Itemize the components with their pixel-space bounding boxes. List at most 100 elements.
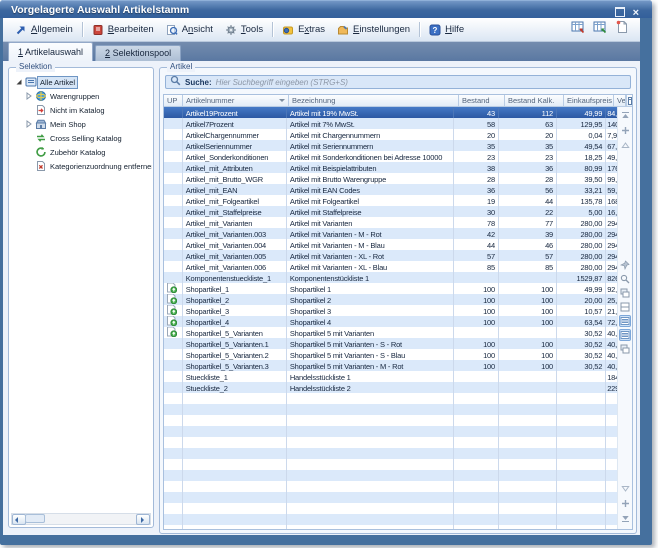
grid-empty-row[interactable] <box>164 492 618 503</box>
article-caption: Artikel <box>167 62 195 72</box>
tree-item-kategorienzuordnung-entfernen[interactable]: Kategorienzuordnung entfernen <box>11 159 152 173</box>
grid-empty-row[interactable] <box>164 514 618 525</box>
layers-icon[interactable] <box>619 287 631 299</box>
titlebar: Vorgelagerte Auswahl Artikelstamm × <box>0 0 652 18</box>
column-header-ve[interactable]: Ve <box>614 95 626 107</box>
menu-einstellungen[interactable]: Einstellungen <box>331 22 416 38</box>
column-header-bezeichnung[interactable]: Bezeichnung <box>289 95 459 107</box>
cell-bestand: 100 <box>454 338 499 349</box>
tree-item-warengruppen[interactable]: Warengruppen <box>11 89 152 103</box>
expander-expanded-icon[interactable] <box>14 78 24 86</box>
cell-up <box>164 206 183 217</box>
grid-empty-row[interactable] <box>164 426 618 437</box>
close-button[interactable]: × <box>633 8 639 18</box>
grid-empty-row[interactable] <box>164 448 618 459</box>
grid-empty-row[interactable] <box>164 459 618 470</box>
column-chooser-button[interactable] <box>626 95 633 107</box>
menu-extras[interactable]: Extras <box>276 22 331 38</box>
scroll-down-button[interactable] <box>619 482 631 494</box>
tree-item-mein-shop[interactable]: Mein Shop <box>11 117 152 131</box>
column-header-einkaufspreis[interactable]: Einkaufspreis <box>564 95 614 107</box>
grid-row[interactable]: Artikel_mit_FolgeartikelArtikel mit Folg… <box>164 195 618 206</box>
split-view-icon[interactable] <box>619 301 631 313</box>
row-search-icon[interactable] <box>619 273 631 285</box>
grid-row[interactable]: Shopartikel_5_Varianten.3Shopartikel 5 m… <box>164 360 618 371</box>
tree-item-alle-artikel[interactable]: Alle Artikel <box>11 75 152 89</box>
cell-artikelnummer: Shopartikel_1 <box>183 283 287 294</box>
column-header-bestand_kalk[interactable]: Bestand Kalk. <box>505 95 564 107</box>
grid-empty-row[interactable] <box>164 470 618 481</box>
cell-bestand: 100 <box>454 360 499 371</box>
tree-item-zubehoer-katalog[interactable]: Zubehör Katalog <box>11 145 152 159</box>
grid-row[interactable]: Artikel_mit_Varianten.003Artikel mit Var… <box>164 228 618 239</box>
menu-hilfe[interactable]: ?Hilfe <box>423 22 470 38</box>
grid-empty-row[interactable] <box>164 415 618 426</box>
column-header-artikelnummer[interactable]: Artikelnummer <box>183 95 289 107</box>
grid-empty-row[interactable] <box>164 503 618 514</box>
grid-row[interactable]: Shopartikel_5_VariantenShopartikel 5 mit… <box>164 327 618 338</box>
selection-hscrollbar[interactable] <box>11 513 151 525</box>
grid-row[interactable]: Artikel7ProzentArtikel mit 7% MwSt.58631… <box>164 118 618 129</box>
panels-icon[interactable] <box>619 343 631 355</box>
scroll-to-bottom-button[interactable] <box>619 512 631 524</box>
grid-row[interactable]: ArtikelSeriennummerArtikel mit Seriennum… <box>164 140 618 151</box>
grid-empty-row[interactable] <box>164 404 618 415</box>
cell-up <box>164 272 183 283</box>
grid-empty-row[interactable] <box>164 481 618 492</box>
grid-row[interactable]: Artikel_mit_VariantenArtikel mit Variant… <box>164 217 618 228</box>
grid-empty-row[interactable] <box>164 393 618 404</box>
scroll-left-button[interactable] <box>12 514 26 525</box>
menu-allgemein[interactable]: Allgemein <box>9 22 79 38</box>
grid-row[interactable]: Artikel_mit_Brutto_WGRArtikel mit Brutto… <box>164 173 618 184</box>
table-export-button[interactable] <box>592 22 608 38</box>
pin-icon[interactable] <box>619 259 631 271</box>
list-view-button[interactable] <box>619 315 631 327</box>
tab-selektionspool[interactable]: 2 Selektionspool <box>95 45 181 61</box>
grid-row[interactable]: Shopartikel_5_Varianten.2Shopartikel 5 m… <box>164 349 618 360</box>
grid-row[interactable]: Artikel19ProzentArtikel mit 19% MwSt.431… <box>164 107 618 118</box>
expander-collapsed-icon[interactable] <box>24 120 34 128</box>
grid-row[interactable]: Artikel_mit_Varianten.004Artikel mit Var… <box>164 239 618 250</box>
grid-row[interactable]: Artikel_mit_EANArtikel mit EAN Codes3656… <box>164 184 618 195</box>
grid-row[interactable]: Shopartikel_2Shopartikel 210010020,0025, <box>164 294 618 305</box>
upload-page-icon <box>166 283 177 294</box>
menu-ansicht[interactable]: Ansicht <box>160 22 219 38</box>
scroll-right-button[interactable] <box>136 514 150 525</box>
expander-collapsed-icon[interactable] <box>24 92 34 100</box>
detail-view-button[interactable] <box>619 329 631 341</box>
tree-item-cross-selling-katalog[interactable]: Cross Selling Katalog <box>11 131 152 145</box>
grid-row[interactable]: Artikel_SonderkonditionenArtikel mit Son… <box>164 151 618 162</box>
grid-row[interactable]: Stueckliste_2Handelsstückliste 2229 <box>164 382 618 393</box>
cell-bestand_kalk <box>499 404 557 415</box>
grid-row[interactable]: Stueckliste_1Handelsstückliste 1184 <box>164 371 618 382</box>
grid-row[interactable]: ArtikelChargennummerArtikel mit Chargenn… <box>164 129 618 140</box>
grid-row[interactable]: Artikel_mit_Varianten.006Artikel mit Var… <box>164 261 618 272</box>
grid-row[interactable]: Artikel_mit_Varianten.005Artikel mit Var… <box>164 250 618 261</box>
hscroll-thumb[interactable] <box>25 514 45 523</box>
column-header-bestand[interactable]: Bestand <box>459 95 505 107</box>
grid-row[interactable]: Artikel_mit_AttributenArtikel mit Beispi… <box>164 162 618 173</box>
table-import-button[interactable] <box>570 22 586 38</box>
expand-button[interactable] <box>619 124 631 136</box>
grid-row[interactable]: Shopartikel_3Shopartikel 310010010,5721, <box>164 305 618 316</box>
grid-row[interactable]: Shopartikel_1Shopartikel 110010049,9992, <box>164 283 618 294</box>
column-header-up[interactable]: UP <box>164 95 183 107</box>
grid-row[interactable]: Artikel_mit_StaffelpreiseArtikel mit Sta… <box>164 206 618 217</box>
grid-row[interactable]: Komponentenstueckliste_1Komponentenstück… <box>164 272 618 283</box>
expand-bottom-button[interactable] <box>619 497 631 509</box>
tab-artikelauswahl[interactable]: 1 Artikelauswahl <box>8 42 93 61</box>
grid-empty-row[interactable] <box>164 525 618 529</box>
grid-row[interactable]: Shopartikel_5_Varianten.1Shopartikel 5 m… <box>164 338 618 349</box>
search-bar[interactable]: Suche: Hier Suchbegriff eingeben (STRG+S… <box>165 75 631 89</box>
menu-tools[interactable]: Tools <box>219 22 269 38</box>
scroll-up-button[interactable] <box>619 139 631 151</box>
new-document-button[interactable] <box>614 22 630 38</box>
cell-bezeichnung <box>287 503 454 514</box>
cell-bestand: 19 <box>454 195 499 206</box>
tree-item-nicht-im-katalog[interactable]: Nicht im Katalog <box>11 103 152 117</box>
menu-bearbeiten[interactable]: Bearbeiten <box>86 22 160 38</box>
cell-bezeichnung <box>287 426 454 437</box>
scroll-to-top-button[interactable] <box>619 109 631 121</box>
grid-empty-row[interactable] <box>164 437 618 448</box>
grid-row[interactable]: Shopartikel_4Shopartikel 410010063,5472, <box>164 316 618 327</box>
